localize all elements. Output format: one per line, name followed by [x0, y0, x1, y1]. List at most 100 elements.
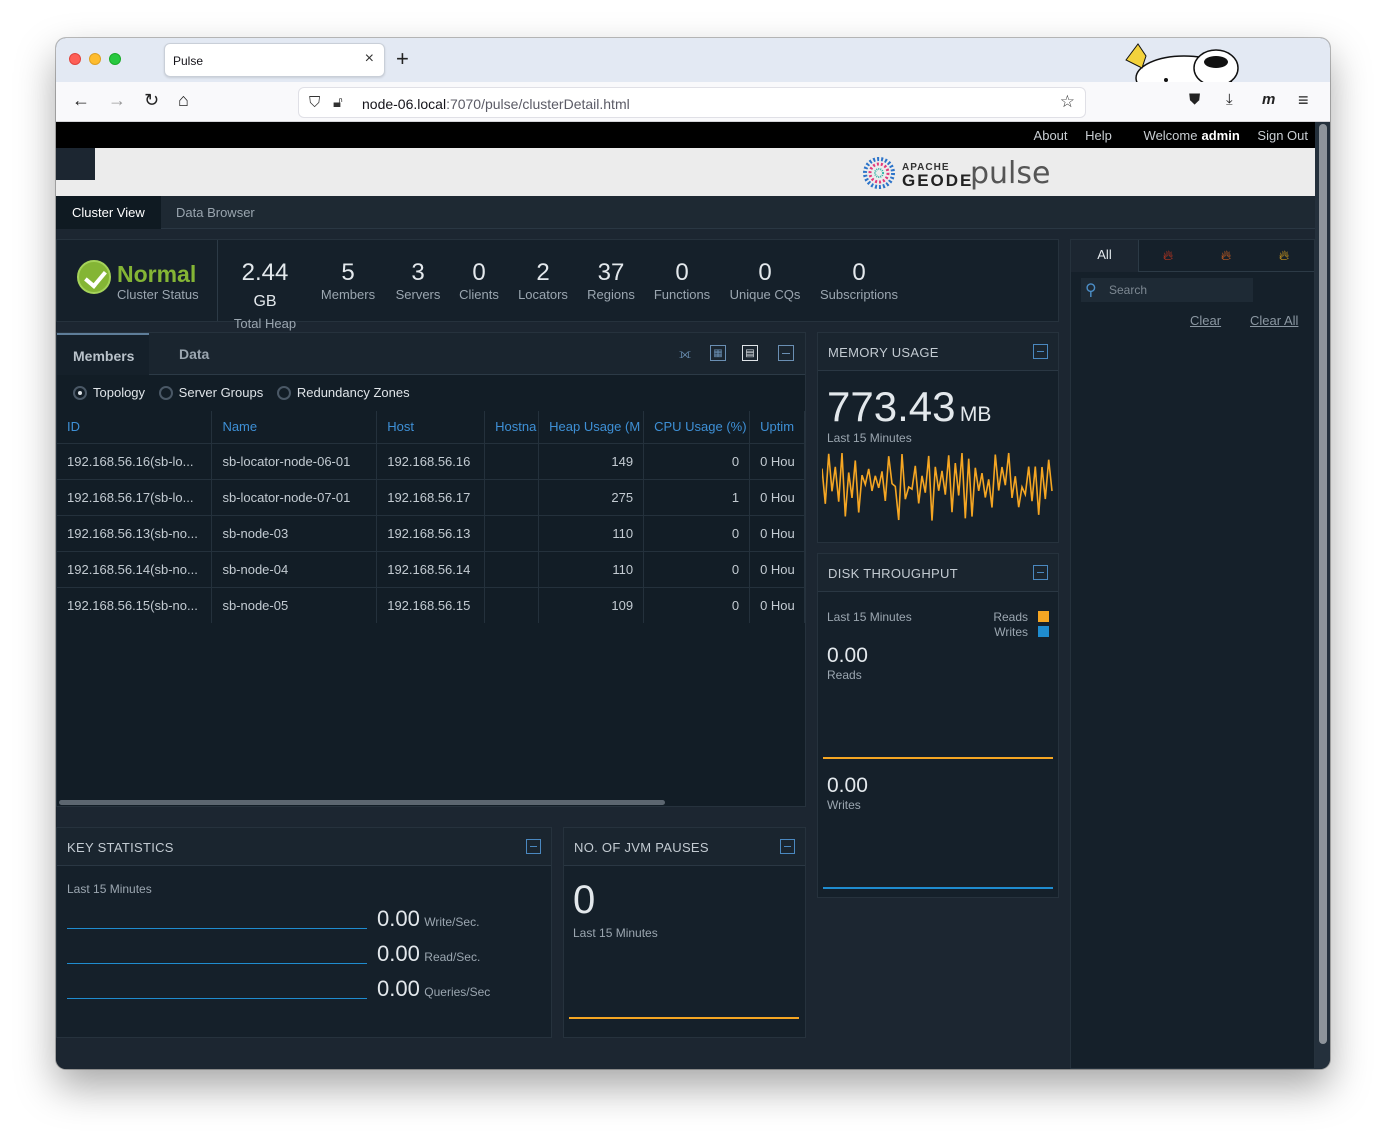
- insecure-lock-icon[interactable]: 🔓︎: [333, 94, 343, 111]
- radio-indicator[interactable]: [276, 385, 291, 400]
- cell-hostname: [484, 586, 540, 623]
- grid-view-icon[interactable]: ▤: [742, 345, 758, 361]
- table-row[interactable]: 192.168.56.13(sb-no... sb-node-03 192.16…: [57, 514, 805, 551]
- radio-label: Topology: [93, 385, 146, 400]
- menu-icon[interactable]: ≡: [1298, 90, 1309, 110]
- cell-id: 192.168.56.17(sb-lo...: [57, 478, 213, 515]
- memory-value-row: 773.43 MB: [827, 383, 991, 431]
- help-link[interactable]: Help: [1085, 128, 1112, 143]
- alert-tab-error[interactable]: 🔥︎: [1197, 240, 1255, 272]
- search-icon: ⚲: [1085, 282, 1097, 299]
- cell-uptime: 0 Hou: [749, 586, 805, 623]
- column-header-id[interactable]: ID: [57, 411, 213, 443]
- tab-cluster-view[interactable]: Cluster View: [56, 196, 161, 229]
- column-header-host[interactable]: Host: [376, 411, 486, 443]
- address-bar[interactable]: ⛉ 🔓︎ node-06.local:7070/pulse/clusterDet…: [298, 87, 1086, 118]
- zoom-window-button[interactable]: [109, 53, 121, 65]
- minimize-panel-icon[interactable]: [1033, 565, 1048, 580]
- close-window-button[interactable]: [69, 53, 81, 65]
- tab-data[interactable]: Data: [179, 333, 209, 375]
- downloads-icon[interactable]: ⤓: [1226, 90, 1233, 110]
- writes-trend-line: [823, 887, 1053, 889]
- read-sec-sparkline: [67, 963, 367, 964]
- horizontal-scrollbar[interactable]: [59, 800, 665, 805]
- alert-tab-severe[interactable]: 🔥︎: [1139, 240, 1197, 272]
- minimize-panel-icon[interactable]: [1033, 344, 1048, 359]
- stat-value: 5: [341, 259, 355, 286]
- shield-icon[interactable]: ⛉: [309, 94, 320, 111]
- memory-value: 773.43: [827, 383, 956, 430]
- sign-out-link[interactable]: Sign Out: [1257, 128, 1308, 143]
- stat-label: Queries/Sec: [424, 985, 491, 999]
- stat-locators: 2 Locators: [512, 260, 574, 303]
- key-stats-period: Last 15 Minutes: [67, 882, 152, 896]
- tab-data-browser[interactable]: Data Browser: [160, 196, 271, 229]
- cell-host: 192.168.56.15: [376, 586, 486, 623]
- minimize-window-button[interactable]: [89, 53, 101, 65]
- radio-indicator[interactable]: [73, 385, 87, 400]
- app-tabs: Cluster View Data Browser: [56, 196, 1315, 229]
- queries-sec-sparkline: [67, 998, 367, 999]
- forward-icon[interactable]: →: [108, 90, 126, 110]
- column-header-name[interactable]: Name: [211, 411, 378, 443]
- stat-value: 0.00: [377, 906, 420, 931]
- extension-icon[interactable]: m: [1262, 90, 1275, 110]
- legend-reads-swatch: [1038, 611, 1049, 622]
- minimize-panel-icon[interactable]: [780, 839, 795, 854]
- radio-topology[interactable]: Topology: [73, 385, 145, 400]
- home-icon[interactable]: ⌂: [178, 90, 189, 110]
- cell-uptime: 0 Hou: [749, 550, 805, 587]
- memory-period: Last 15 Minutes: [827, 431, 912, 445]
- table-row[interactable]: 192.168.56.15(sb-no... sb-node-05 192.16…: [57, 586, 805, 623]
- legend-writes-swatch: [1038, 626, 1049, 637]
- browser-tab[interactable]: Pulse ×: [164, 43, 385, 77]
- tab-members[interactable]: Members: [57, 333, 149, 375]
- column-header-uptime[interactable]: Uptim: [749, 411, 805, 443]
- minimize-panel-icon[interactable]: [778, 345, 794, 361]
- close-tab-icon[interactable]: ×: [365, 50, 374, 68]
- table-row[interactable]: 192.168.56.17(sb-lo... sb-locator-node-0…: [57, 478, 805, 515]
- vertical-scrollbar-thumb[interactable]: [1319, 124, 1327, 1044]
- cell-heap-usage: 275: [538, 478, 645, 515]
- panel-title: NO. OF JVM PAUSES: [574, 840, 709, 855]
- stat-label: Servers: [395, 287, 441, 302]
- url-text[interactable]: node-06.local:7070/pulse/clusterDetail.h…: [362, 96, 630, 112]
- logo-geode-text: GEODE: [902, 171, 974, 190]
- cell-name: sb-locator-node-07-01: [211, 478, 378, 515]
- column-header-heap-usage[interactable]: Heap Usage (M: [538, 411, 645, 443]
- column-header-hostname[interactable]: Hostna: [484, 411, 540, 443]
- alert-search-input[interactable]: ⚲ Search: [1081, 278, 1253, 302]
- alert-clear-all-link[interactable]: Clear All: [1250, 313, 1298, 328]
- treemap-view-icon[interactable]: ▦: [710, 345, 726, 361]
- cell-cpu-usage: 0: [643, 586, 751, 623]
- bookmark-star-icon[interactable]: ☆: [1060, 92, 1075, 112]
- welcome-text: Welcome admin: [1130, 128, 1240, 143]
- alert-tab-all[interactable]: All: [1071, 240, 1139, 272]
- about-link[interactable]: About: [1034, 128, 1068, 143]
- reload-icon[interactable]: ↻: [144, 90, 159, 110]
- radio-server-groups[interactable]: Server Groups: [158, 385, 263, 400]
- table-row[interactable]: 192.168.56.16(sb-lo... sb-locator-node-0…: [57, 442, 805, 479]
- new-tab-icon[interactable]: +: [396, 46, 409, 72]
- radio-indicator[interactable]: [158, 385, 173, 400]
- pocket-icon[interactable]: ⛊: [1189, 90, 1200, 110]
- username: admin: [1201, 128, 1240, 143]
- header-block: [56, 148, 95, 180]
- alert-tab-warning[interactable]: 🔥︎: [1255, 240, 1313, 272]
- stat-label: Subscriptions: [819, 287, 899, 302]
- minimize-panel-icon[interactable]: [526, 839, 541, 854]
- browser-window: Pulse × + ← → ↻ ⌂ ⛉ 🔓︎ node-06.local:707…: [56, 38, 1330, 1069]
- search-placeholder: Search: [1109, 283, 1148, 297]
- stat-label: Clients: [459, 287, 499, 302]
- cell-host: 192.168.56.17: [376, 478, 486, 515]
- table-row[interactable]: 192.168.56.14(sb-no... sb-node-04 192.16…: [57, 550, 805, 587]
- back-icon[interactable]: ←: [72, 90, 90, 110]
- topology-graph-icon[interactable]: ⟗: [677, 345, 693, 361]
- column-header-cpu-usage[interactable]: CPU Usage (%): [643, 411, 751, 443]
- disk-period: Last 15 Minutes: [827, 610, 912, 624]
- cell-id: 192.168.56.14(sb-no...: [57, 550, 213, 587]
- radio-redundancy-zones[interactable]: Redundancy Zones: [276, 385, 410, 400]
- alert-clear-link[interactable]: Clear: [1190, 313, 1221, 328]
- writes-label: Writes: [827, 798, 861, 812]
- browser-tab-title: Pulse: [173, 54, 204, 68]
